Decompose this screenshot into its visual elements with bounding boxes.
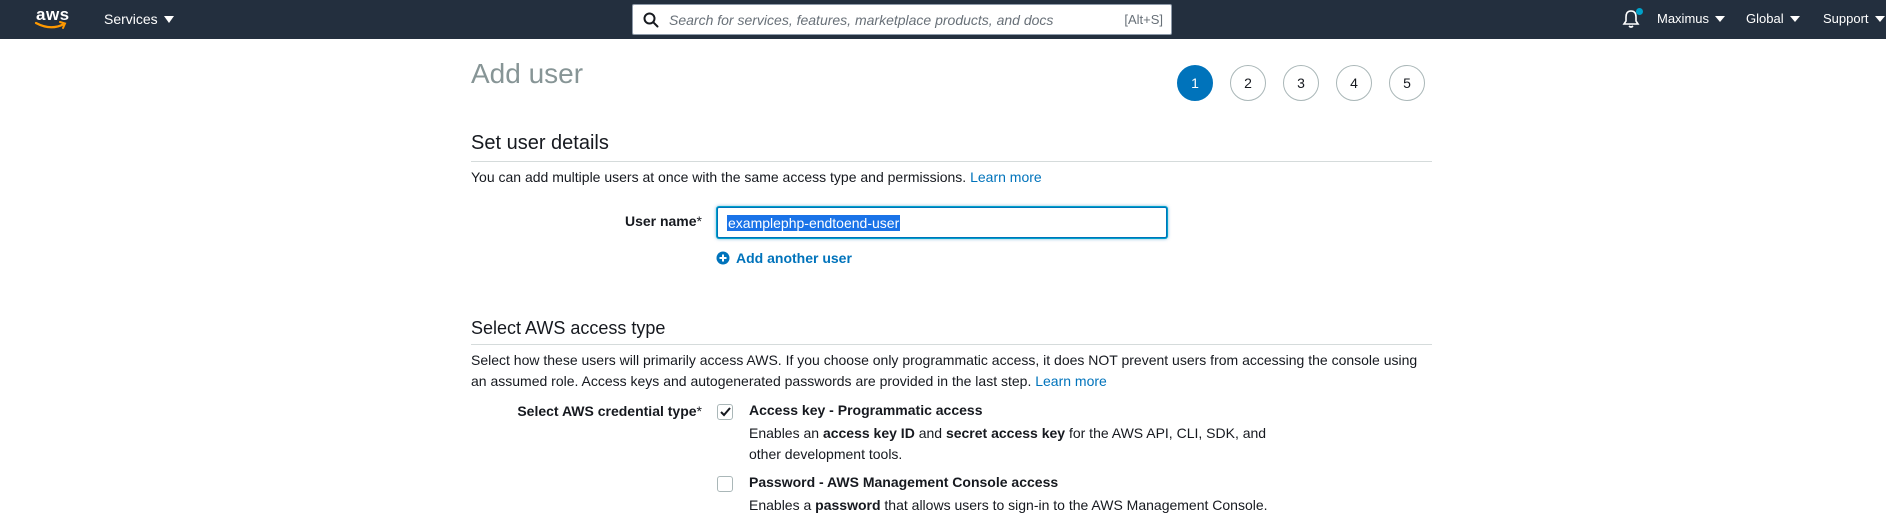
desc-bold: access key ID xyxy=(822,425,915,441)
search-bar[interactable]: [Alt+S] xyxy=(632,4,1172,35)
desc-text: for the AWS API, CLI, SDK, and xyxy=(1065,425,1267,441)
desc-bold: password xyxy=(815,497,881,513)
add-another-user-label: Add another user xyxy=(736,250,852,266)
search-icon xyxy=(643,12,659,28)
credential-type-label: Select AWS credential type* xyxy=(480,403,702,419)
option-title: Password - AWS Management Console access xyxy=(749,474,1059,490)
notification-dot xyxy=(1636,8,1643,15)
aws-logo[interactable]: aws xyxy=(34,5,74,33)
description-text: You can add multiple users at once with … xyxy=(471,169,967,185)
desc-bold: secret access key xyxy=(945,425,1066,441)
checkmark-icon xyxy=(720,407,731,417)
learn-more-link[interactable]: Learn more xyxy=(970,169,1042,185)
divider xyxy=(471,344,1432,345)
caret-down-icon xyxy=(1789,15,1800,22)
add-another-user-button[interactable]: Add another user xyxy=(716,250,852,266)
aws-smile-icon xyxy=(34,21,67,29)
section-heading-access-type: Select AWS access type xyxy=(471,318,666,338)
required-mark: * xyxy=(696,213,702,229)
access-type-description: Select how these users will primarily ac… xyxy=(471,350,1417,392)
region-menu[interactable]: Global xyxy=(1746,11,1800,26)
step-5[interactable]: 5 xyxy=(1389,65,1425,101)
step-3[interactable]: 3 xyxy=(1283,65,1319,101)
desc-text: Enables an xyxy=(749,425,823,441)
search-input[interactable] xyxy=(669,9,1089,31)
step-1[interactable]: 1 xyxy=(1177,65,1213,101)
caret-down-icon xyxy=(163,15,174,23)
services-label: Services xyxy=(104,11,158,27)
account-label: Maximus xyxy=(1657,11,1710,26)
divider xyxy=(471,161,1432,162)
desc-text: and xyxy=(914,425,946,441)
required-mark: * xyxy=(696,403,702,419)
page-title: Add user xyxy=(471,58,584,89)
option-title: Access key - Programmatic access xyxy=(749,402,983,418)
step-2[interactable]: 2 xyxy=(1230,65,1266,101)
desc-text: other development tools. xyxy=(749,446,903,462)
caret-down-icon xyxy=(1874,15,1885,22)
username-input-value: examplephp-endtoend-user xyxy=(727,215,901,231)
section-heading-user-details: Set user details xyxy=(471,132,609,154)
option-description: Enables a password that allows users to … xyxy=(749,495,1309,514)
account-menu[interactable]: Maximus xyxy=(1657,11,1726,26)
username-label-text: User name xyxy=(624,213,697,229)
console-access-checkbox[interactable] xyxy=(717,476,733,492)
user-details-description: You can add multiple users at once with … xyxy=(471,167,1042,188)
region-label: Global xyxy=(1746,11,1784,26)
step-4[interactable]: 4 xyxy=(1336,65,1372,101)
description-line-2: an assumed role. Access keys and autogen… xyxy=(471,373,1032,389)
username-label: User name* xyxy=(600,213,702,229)
credential-type-label-text: Select AWS credential type xyxy=(517,403,697,419)
support-label: Support xyxy=(1823,11,1869,26)
description-line-1: Select how these users will primarily ac… xyxy=(471,352,1418,368)
search-shortcut-hint: [Alt+S] xyxy=(1124,12,1163,27)
programmatic-access-checkbox[interactable] xyxy=(717,404,733,420)
desc-text: Enables a xyxy=(749,497,816,513)
support-menu[interactable]: Support xyxy=(1823,11,1885,26)
services-menu[interactable]: Services xyxy=(104,11,174,27)
plus-circle-icon xyxy=(716,251,730,265)
desc-text: that allows users to sign-in to the AWS … xyxy=(880,497,1268,513)
top-navigation-bar: aws Services [Alt+S] Maximus Global Supp… xyxy=(0,0,1886,39)
username-input[interactable]: examplephp-endtoend-user xyxy=(717,207,1167,238)
wizard-steps: 1 2 3 4 5 xyxy=(1177,65,1425,101)
caret-down-icon xyxy=(1715,15,1726,22)
learn-more-link[interactable]: Learn more xyxy=(1035,373,1107,389)
option-description: Enables an access key ID and secret acce… xyxy=(749,423,1309,465)
